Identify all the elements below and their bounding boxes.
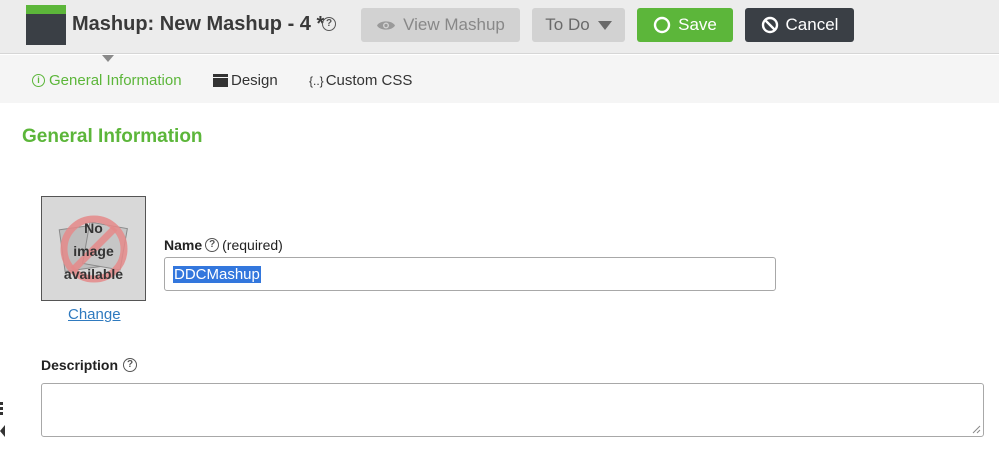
- drag-handle-icon[interactable]: [0, 402, 4, 417]
- cancel-label: Cancel: [785, 15, 839, 34]
- tab-label: Design: [231, 72, 278, 89]
- tab-label: Custom CSS: [325, 72, 413, 89]
- curly-braces-icon: {..}: [309, 73, 324, 88]
- description-textarea[interactable]: [41, 383, 984, 437]
- section-title: General Information: [22, 126, 203, 147]
- help-icon[interactable]: ?: [123, 358, 138, 372]
- cancel-button[interactable]: Cancel: [745, 8, 854, 42]
- tab-label: General Information: [49, 72, 182, 89]
- name-input-value: DDCMashup: [173, 265, 261, 283]
- required-text: (required): [222, 237, 283, 253]
- save-button[interactable]: Save: [637, 8, 733, 42]
- save-label: Save: [678, 15, 717, 34]
- top-bar: Mashup: New Mashup - 4 * ? View Mashup T…: [0, 0, 999, 54]
- tab-design[interactable]: Design: [213, 72, 278, 89]
- resize-grip-icon[interactable]: [972, 425, 981, 434]
- mashup-image-placeholder: No image available: [41, 196, 146, 301]
- name-input[interactable]: DDCMashup: [164, 257, 776, 291]
- tab-general-information[interactable]: i General Information: [32, 72, 182, 89]
- info-icon: i: [32, 74, 45, 87]
- description-field-label: Description ?: [41, 357, 138, 373]
- collapse-arrow-icon[interactable]: [0, 425, 5, 437]
- circle-icon: [653, 16, 671, 34]
- change-image-link[interactable]: Change: [68, 306, 121, 323]
- help-icon[interactable]: ?: [205, 238, 220, 252]
- prohibited-icon: [761, 16, 779, 34]
- todo-label: To Do: [545, 15, 590, 34]
- view-mashup-label: View Mashup: [403, 15, 505, 34]
- help-icon[interactable]: ?: [322, 17, 336, 31]
- view-mashup-button[interactable]: View Mashup: [361, 8, 520, 42]
- caret-down-icon: [597, 20, 612, 30]
- design-icon: [213, 74, 228, 87]
- todo-dropdown[interactable]: To Do: [532, 8, 625, 42]
- eye-icon: [376, 19, 396, 32]
- description-label: Description: [41, 357, 119, 373]
- name-field-label: Name ? (required): [164, 237, 283, 253]
- no-image-text: No image available: [63, 220, 124, 282]
- tab-custom-css[interactable]: {..} Custom CSS: [309, 72, 412, 89]
- active-tab-pointer: [102, 55, 114, 62]
- page-title: Mashup: New Mashup - 4 *: [72, 13, 325, 35]
- name-label: Name: [164, 237, 203, 253]
- mashup-icon: [26, 5, 66, 45]
